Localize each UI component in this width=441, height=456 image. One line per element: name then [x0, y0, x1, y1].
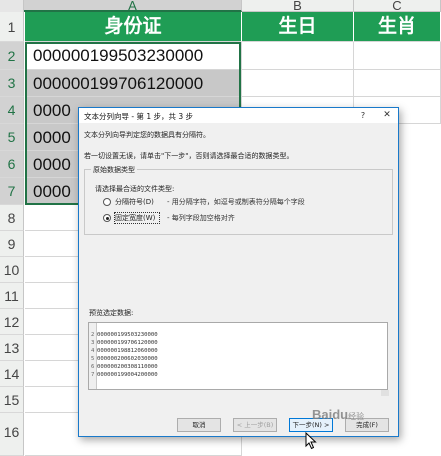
preview-row-text: 000000199706120000 [97, 340, 158, 346]
row-header-9[interactable]: 9 [0, 231, 24, 257]
row-header-3[interactable]: 3 [0, 70, 24, 97]
id-cell-row-3[interactable]: 000000199706120000 [25, 70, 242, 97]
row-header-4[interactable]: 4 [0, 97, 24, 124]
zodiac-cell[interactable] [354, 42, 441, 70]
delimited-radio[interactable] [103, 198, 111, 206]
watermark-sub: 经验 [348, 412, 365, 421]
preview-row: 5 000000200602030000 [91, 355, 158, 363]
row-header-15[interactable]: 15 [0, 387, 24, 413]
preview-row: 2 000000199503230000 [91, 331, 158, 339]
column-header-row: A B C [0, 0, 441, 12]
header-cell-id[interactable]: 身份证 [25, 12, 242, 42]
row-header-7[interactable]: 7 [0, 178, 24, 205]
baidu-watermark: Baidu经验 [312, 407, 364, 422]
preview-row-text: 000000199503230000 [97, 332, 158, 338]
zodiac-cell[interactable] [354, 70, 441, 97]
birthday-cell[interactable] [242, 70, 354, 97]
preview-row-text: 000000200308110000 [97, 364, 158, 370]
header-cell-birthday[interactable]: 生日 [242, 12, 354, 42]
intro-text-2: 若一切设置无误，请单击"下一步"，否则请选择最合适的数据类型。 [84, 152, 294, 160]
dialog-title: 文本分列向导 - 第 1 步，共 3 步 [84, 112, 194, 121]
column-header-b[interactable]: B [242, 0, 354, 12]
watermark-main: Baidu [312, 407, 349, 422]
column-header-a[interactable]: A [24, 0, 242, 12]
preview-row-text: 000000199004200000 [97, 372, 158, 378]
preview-row: 4 000000198812060000 [91, 347, 158, 355]
text-to-columns-dialog: 文本分列向导 - 第 1 步，共 3 步 ? ✕ 文本分列向导判定您的数据具有分… [78, 107, 399, 437]
preview-label: 预览选定数据: [89, 309, 134, 317]
delimited-label[interactable]: 分隔符号(D) [115, 197, 159, 207]
preview-row: 3 000000199706120000 [91, 339, 158, 347]
back-button[interactable]: < 上一步(B) [233, 418, 277, 432]
row-header-2[interactable]: 2 [0, 42, 24, 70]
preview-row: 6 000000200308110000 [91, 363, 158, 371]
birthday-cell[interactable] [242, 42, 354, 70]
row-header-5[interactable]: 5 [0, 124, 24, 151]
preview-row-text: 000000200602030000 [97, 356, 158, 362]
dialog-titlebar[interactable]: 文本分列向导 - 第 1 步，共 3 步 ? ✕ [79, 108, 398, 123]
row-header-1[interactable]: 1 [0, 12, 24, 42]
data-preview[interactable]: 2 000000199503230000 3 000000199706120000 … [88, 322, 388, 390]
fixed-width-label[interactable]: 固定宽度(W) [114, 212, 160, 224]
column-header-c[interactable]: C [354, 0, 441, 12]
cancel-button[interactable]: 取消 [177, 418, 221, 432]
close-icon[interactable]: ✕ [380, 109, 394, 122]
preview-row-text: 000000198812060000 [97, 348, 158, 354]
row-header-6[interactable]: 6 [0, 151, 24, 178]
row-header-16[interactable]: 16 [0, 413, 24, 456]
fixed-width-description: - 每列字段加空格对齐 [167, 214, 235, 222]
original-data-type-group: 原始数据类型 请选择最合适的文件类型: 分隔符号(D) - 用分隔字符，如逗号或… [84, 165, 393, 235]
row-header-14[interactable]: 14 [0, 361, 24, 387]
id-cell-row-2[interactable]: 000000199503230000 [25, 42, 242, 70]
intro-text-1: 文本分列向导判定您的数据具有分隔符。 [84, 131, 210, 139]
group-prompt: 请选择最合适的文件类型: [95, 185, 175, 193]
mouse-cursor-icon [305, 432, 317, 450]
group-title: 原始数据类型 [91, 165, 137, 175]
preview-horizontal-scrollbar[interactable] [381, 390, 389, 396]
help-button[interactable]: ? [356, 109, 370, 122]
row-header-10[interactable]: 10 [0, 257, 24, 283]
row-header-8[interactable]: 8 [0, 205, 24, 231]
row-header-11[interactable]: 11 [0, 283, 24, 309]
delimited-description: - 用分隔字符，如逗号或制表符分隔每个字段 [167, 198, 305, 206]
fixed-width-option[interactable]: 固定宽度(W) - 每列字段加空格对齐 [103, 212, 235, 224]
row-header-13[interactable]: 13 [0, 335, 24, 361]
header-cell-zodiac[interactable]: 生肖 [354, 12, 441, 42]
select-all-corner[interactable] [0, 0, 24, 12]
preview-row: 7 000000199004200000 [91, 371, 158, 379]
delimited-option[interactable]: 分隔符号(D) - 用分隔字符，如逗号或制表符分隔每个字段 [103, 197, 305, 207]
fixed-width-radio[interactable] [103, 214, 111, 222]
row-header-12[interactable]: 12 [0, 309, 24, 335]
